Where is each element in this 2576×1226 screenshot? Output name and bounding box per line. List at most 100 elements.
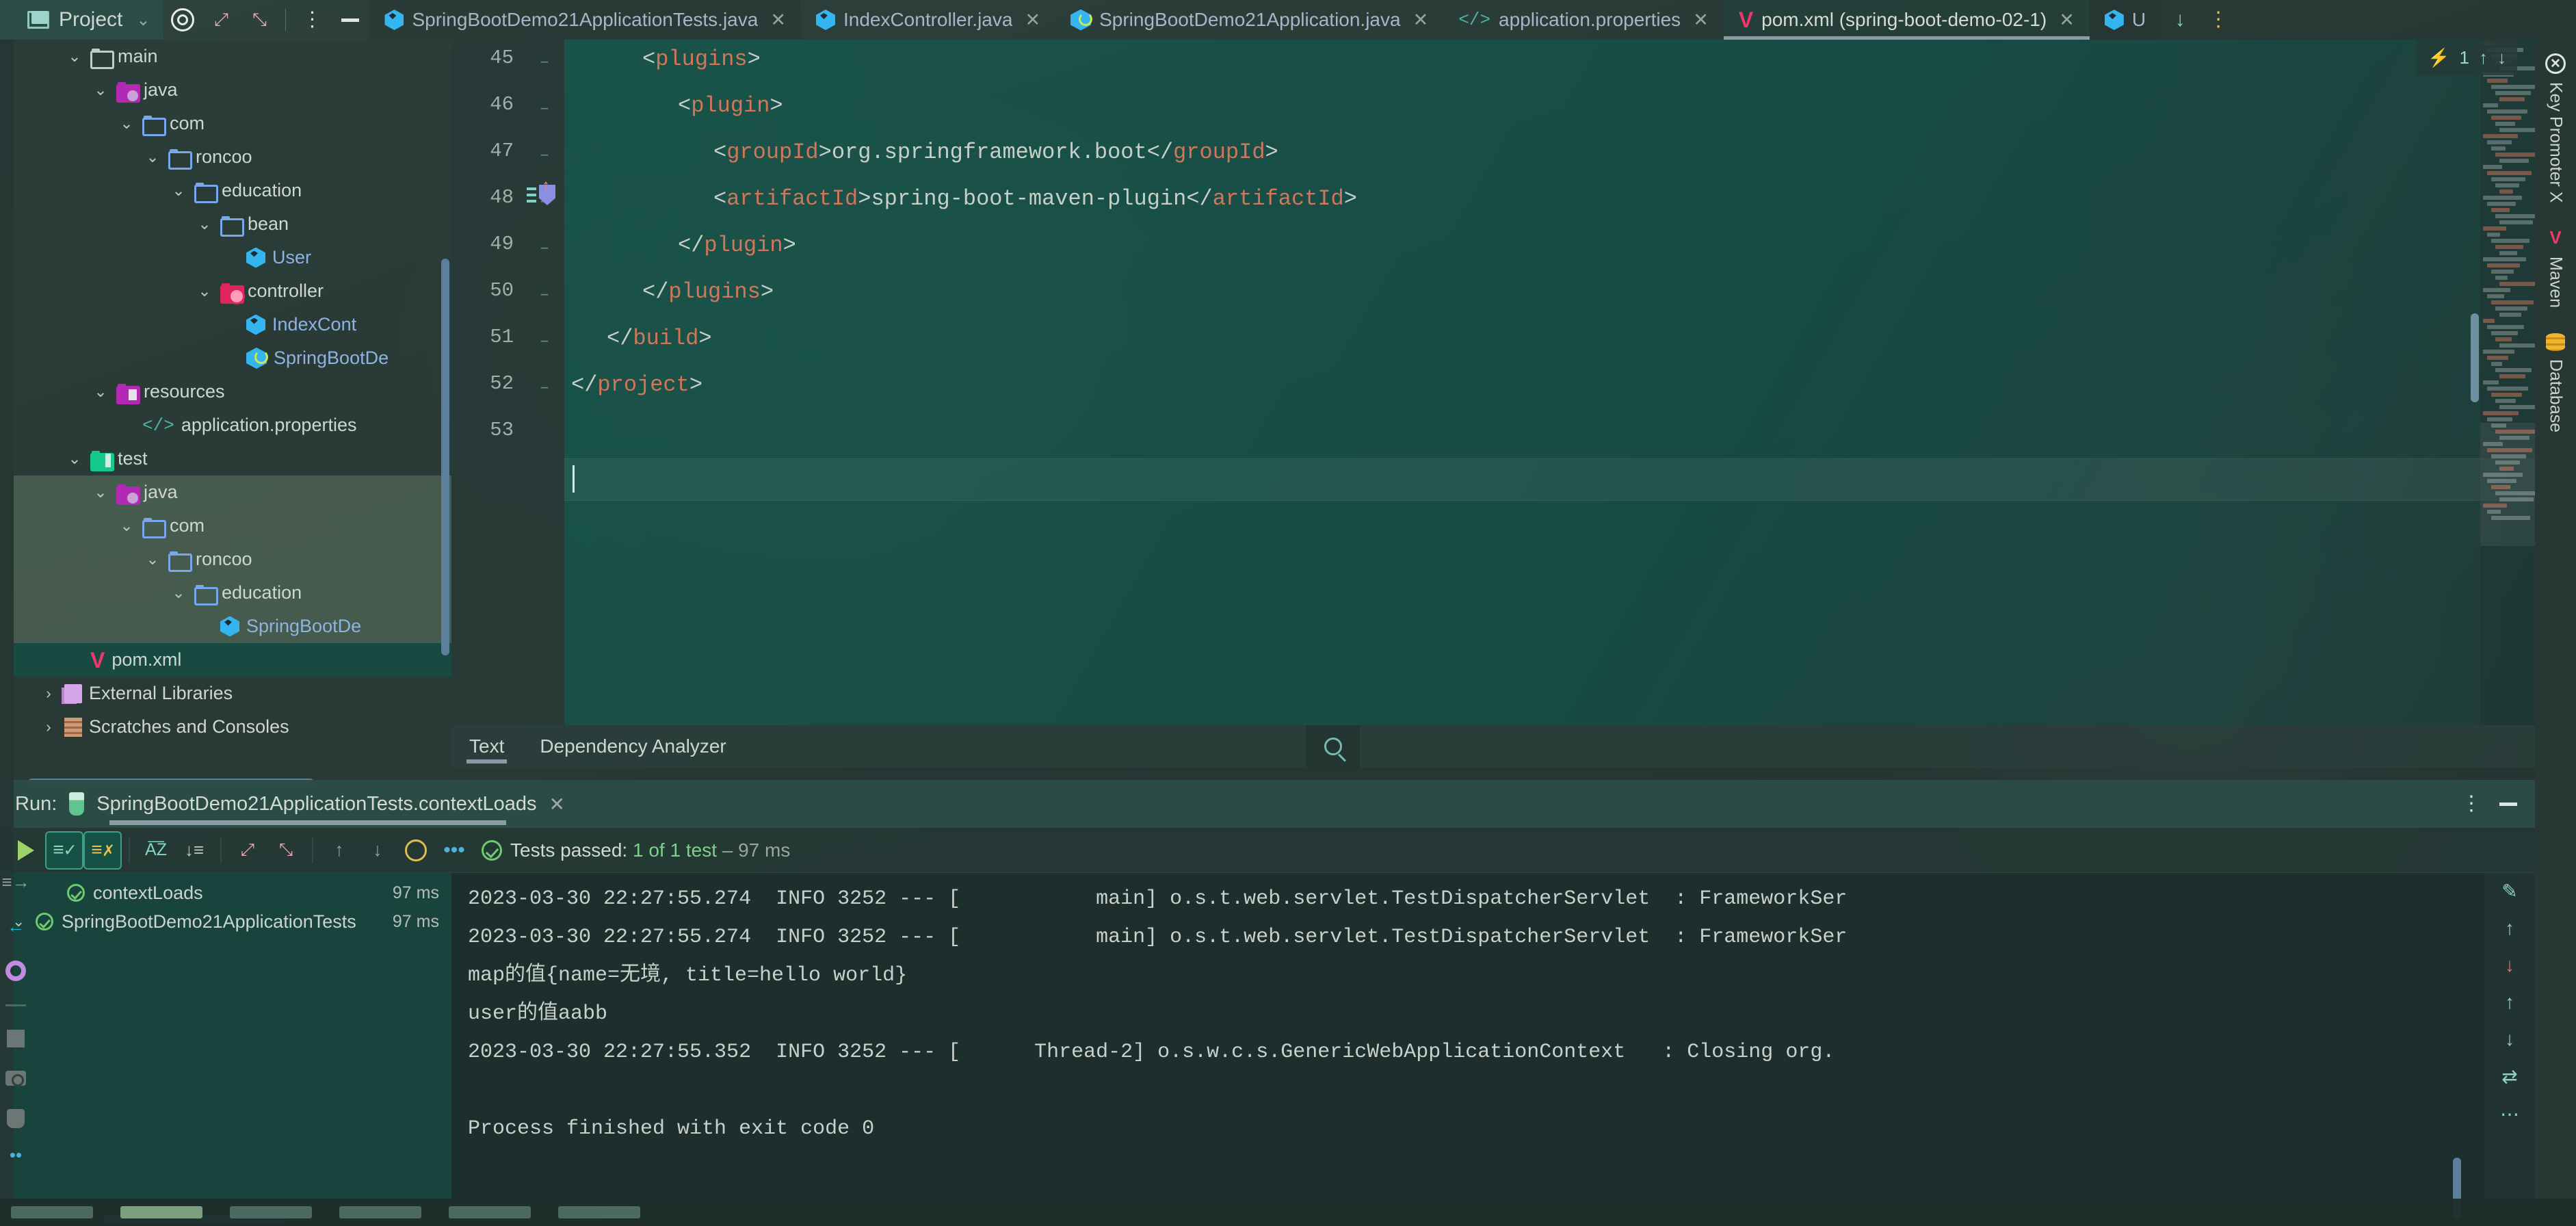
collapse-all-button[interactable]: ⤡ xyxy=(267,831,305,870)
editor-tab-tests[interactable]: SpringBootDemo21ApplicationTests.java ✕ xyxy=(369,0,801,40)
test-history-button[interactable] xyxy=(397,831,435,870)
sort-by-duration-button[interactable]: ↓≡ xyxy=(175,831,213,870)
edit-icon[interactable]: ✎ xyxy=(2501,880,2517,902)
stop-icon[interactable] xyxy=(7,1030,25,1047)
tree-row[interactable]: ⌄IndexCont xyxy=(14,308,451,341)
chevron-down-icon[interactable]: ⌄ xyxy=(66,47,83,66)
more-dots-icon[interactable]: •• xyxy=(10,1145,22,1164)
code-folding-marker[interactable]: − xyxy=(539,286,550,304)
chevron-down-icon[interactable]: ⌄ xyxy=(144,550,161,569)
tree-row[interactable]: ⌄ education xyxy=(14,576,451,610)
code-folding-marker[interactable]: − xyxy=(539,146,550,164)
tree-row[interactable]: ⌄SpringBootDe xyxy=(14,610,451,643)
tab-text[interactable]: Text xyxy=(451,725,522,768)
gutter-bookmark-icon[interactable]: ↑ xyxy=(527,177,558,209)
chevron-down-icon[interactable]: ⌄ xyxy=(170,584,187,602)
console-output[interactable]: 2023-03-30 22:27:55.274 INFO 3252 --- [ … xyxy=(451,873,2484,1226)
tree-row[interactable]: ⌄ education xyxy=(14,174,451,207)
prev-failed-button[interactable]: ↑ xyxy=(320,831,358,870)
tree-row[interactable]: ⌄User xyxy=(14,241,451,274)
tree-row[interactable]: ⌄</>application.properties xyxy=(14,408,451,442)
test-results-tree[interactable]: contextLoads 97 ms ⌄ SpringBootDemo21Applic… xyxy=(0,873,451,1226)
expand-all-button[interactable]: ⤢ xyxy=(202,0,240,40)
test-tree-row[interactable]: contextLoads 97 ms xyxy=(0,878,451,907)
status-bar-item[interactable] xyxy=(558,1206,640,1218)
chevron-right-icon[interactable]: › xyxy=(40,718,57,736)
editor-tab-index-controller[interactable]: IndexController.java ✕ xyxy=(801,0,1055,40)
select-opened-file-button[interactable] xyxy=(163,0,202,40)
chevron-down-icon[interactable]: ⌄ xyxy=(66,449,83,468)
close-icon[interactable]: ✕ xyxy=(549,793,565,816)
editor-tab-application-properties[interactable]: </> application.properties ✕ xyxy=(1443,0,1724,40)
code-line[interactable]: <plugins> xyxy=(571,47,761,72)
collapse-all-button[interactable]: ⤡ xyxy=(240,0,278,40)
tree-row[interactable]: ⌄ com xyxy=(14,107,451,140)
close-icon[interactable]: ✕ xyxy=(1413,10,1429,31)
close-icon[interactable]: ✕ xyxy=(2059,10,2075,31)
project-options-button[interactable]: ⋮ xyxy=(293,0,331,40)
chevron-down-icon[interactable]: ⌄ xyxy=(92,483,109,501)
close-icon[interactable]: ✕ xyxy=(1025,10,1040,31)
chevron-down-icon[interactable]: ⌄ xyxy=(196,282,213,300)
next-failed-button[interactable]: ↓ xyxy=(358,831,397,870)
tree-row[interactable]: › Scratches and Consoles xyxy=(14,710,451,744)
tabs-options-button[interactable]: ⋮ xyxy=(2199,0,2237,40)
settings-icon[interactable] xyxy=(5,961,26,981)
chevron-down-icon[interactable]: ⌄ xyxy=(170,181,187,200)
tree-row[interactable]: ⌄ bean xyxy=(14,207,451,241)
code-folding-marker[interactable]: − xyxy=(539,332,550,350)
screenshot-icon[interactable] xyxy=(5,1071,26,1086)
chevron-down-icon[interactable]: ⌄ xyxy=(118,517,135,535)
tree-row[interactable]: ⌄SpringBootDe xyxy=(14,341,451,375)
more-dots-icon[interactable]: ⋯ xyxy=(2500,1103,2519,1125)
tree-row[interactable]: ⌄ main xyxy=(14,40,451,73)
scroll-down-icon[interactable]: ↓ xyxy=(2505,1028,2514,1050)
tab-dependency-analyzer[interactable]: Dependency Analyzer xyxy=(522,725,744,768)
tree-row[interactable]: ⌄ roncoo xyxy=(14,140,451,174)
more-options-button[interactable]: ••• xyxy=(435,831,473,870)
code-line[interactable]: </plugin> xyxy=(571,233,796,258)
chevron-right-icon[interactable]: › xyxy=(40,684,57,703)
tree-row[interactable]: ⌄ com xyxy=(14,509,451,543)
plugin-icon[interactable] xyxy=(7,1109,25,1128)
project-tool-window-button[interactable]: Project ⌄ xyxy=(0,0,164,40)
code-line[interactable]: </project> xyxy=(571,372,702,397)
previous-problem-icon[interactable]: ↑ xyxy=(2479,47,2488,68)
status-bar-item[interactable] xyxy=(11,1206,93,1218)
tree-row[interactable]: › External Libraries xyxy=(14,677,451,710)
tree-row[interactable]: ⌄ java xyxy=(14,475,451,509)
import-icon[interactable]: ← xyxy=(7,916,25,937)
editor-tab-user[interactable]: U xyxy=(2089,0,2161,40)
show-hidden-tabs-button[interactable]: ↓ xyxy=(2161,0,2199,40)
close-icon[interactable]: ✕ xyxy=(1693,10,1709,31)
project-tree[interactable]: ⌄main⌄java⌄com⌄roncoo⌄education⌄bean⌄Use… xyxy=(14,40,451,788)
project-tree-vertical-scrollbar[interactable] xyxy=(441,259,449,655)
test-tree-row[interactable]: ⌄ SpringBootDemo21ApplicationTests 97 ms xyxy=(0,907,451,936)
code-line[interactable]: <groupId>org.springframework.boot</group… xyxy=(571,140,1278,165)
editor-tab-application[interactable]: SpringBootDemo21Application.java ✕ xyxy=(1055,0,1443,40)
structure-icon[interactable]: ≡→ xyxy=(1,872,29,893)
status-bar-item[interactable] xyxy=(449,1206,531,1218)
hide-ignored-button[interactable]: ≡✗ xyxy=(83,831,122,870)
editor-scrollbar[interactable] xyxy=(2471,313,2479,402)
editor-tab-pom-xml[interactable]: V pom.xml (spring-boot-demo-02-1) ✕ xyxy=(1723,0,2090,40)
down-arrow-icon[interactable]: ↓ xyxy=(2505,954,2514,976)
code-folding-marker[interactable]: − xyxy=(539,239,550,257)
code-editor[interactable]: 45−46−47−48−↑49−50−51−52−53 <plugins><pl… xyxy=(451,40,2535,725)
editor-code-area[interactable]: <plugins> <plugin> <groupId>org.springfram… xyxy=(564,40,2535,725)
soft-wrap-icon[interactable]: ⇄ xyxy=(2501,1065,2517,1088)
chevron-down-icon[interactable]: ⌄ xyxy=(144,148,161,166)
next-problem-icon[interactable]: ↓ xyxy=(2497,47,2506,68)
chevron-down-icon[interactable]: ⌄ xyxy=(196,215,213,233)
tool-window-key-promoter[interactable]: ✕ Key Promoter X xyxy=(2545,41,2566,215)
status-bar-item[interactable] xyxy=(120,1206,202,1218)
code-line[interactable]: <plugin> xyxy=(571,93,783,118)
chevron-down-icon[interactable]: ⌄ xyxy=(136,10,150,30)
status-bar-item[interactable] xyxy=(230,1206,312,1218)
editor-minimap[interactable] xyxy=(2480,40,2535,725)
code-folding-marker[interactable]: − xyxy=(539,379,550,397)
hide-tool-window-button[interactable] xyxy=(331,0,369,40)
show-passed-button[interactable]: ≡✓ xyxy=(45,831,83,870)
kebab-menu-icon[interactable]: ⋮ xyxy=(2461,794,2482,814)
search-button[interactable] xyxy=(1306,725,1360,768)
